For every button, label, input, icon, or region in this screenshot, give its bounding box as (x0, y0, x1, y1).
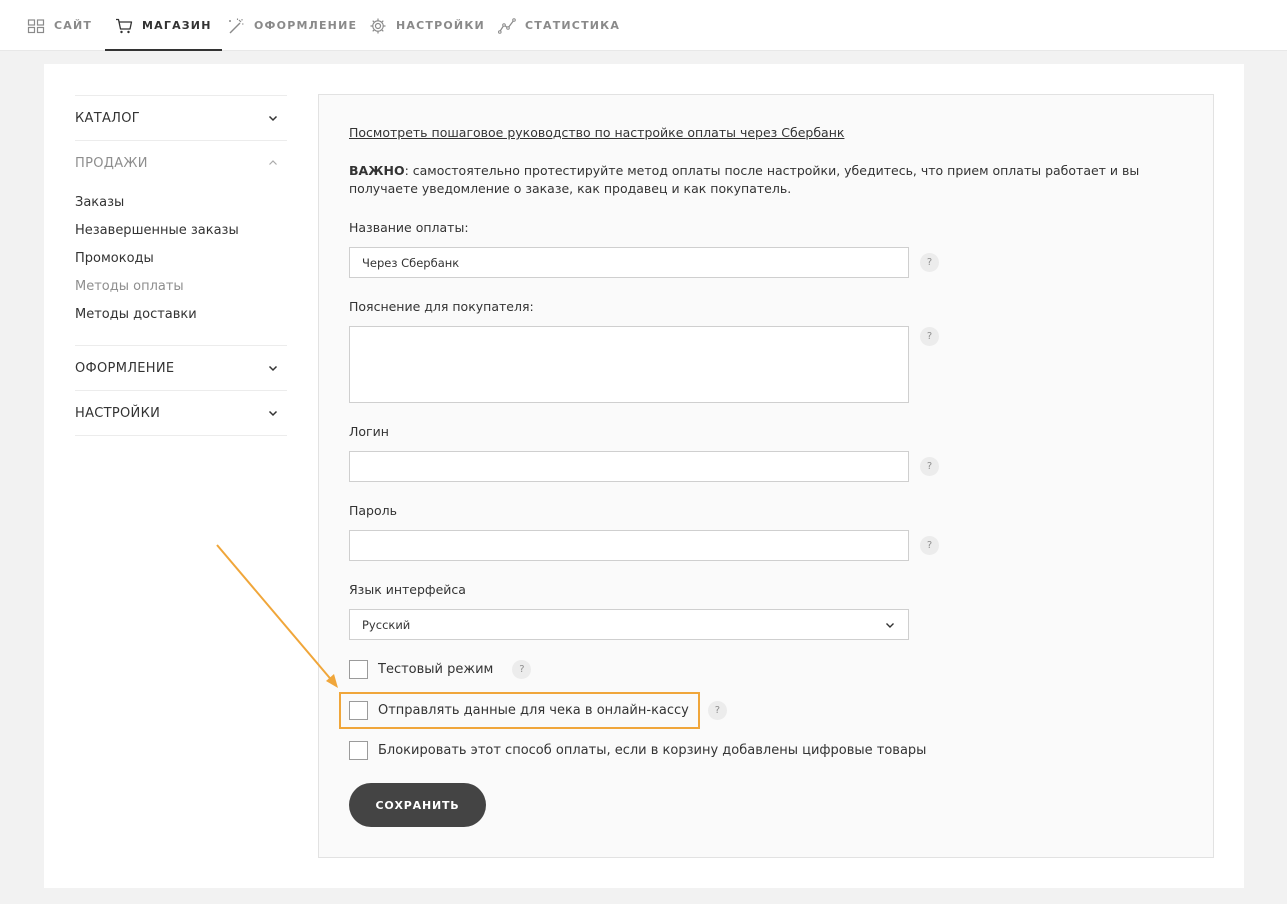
login-input[interactable] (349, 451, 909, 482)
save-button[interactable]: СОХРАНИТЬ (349, 783, 486, 827)
help-icon[interactable]: ? (920, 457, 939, 476)
sidebar-section-label: КАТАЛОГ (75, 110, 140, 126)
nav-tab-label: ОФОРМЛЕНИЕ (254, 19, 358, 32)
password-input[interactable] (349, 530, 909, 561)
payment-name-input[interactable] (349, 247, 909, 278)
nav-tab-statistics[interactable]: СТАТИСТИКА (498, 0, 620, 51)
sidebar-section-label: ПРОДАЖИ (75, 155, 148, 171)
sidebar-section-label: НАСТРОЙКИ (75, 405, 161, 421)
nav-tab-label: НАСТРОЙКИ (396, 19, 485, 32)
chevron-down-icon (886, 622, 894, 628)
chevron-down-icon (268, 115, 278, 122)
checkbox-label: Отправлять данные для чека в онлайн-касс… (378, 703, 689, 718)
chart-line-icon (498, 17, 516, 34)
guide-link[interactable]: Посмотреть пошаговое руководство по наст… (349, 125, 844, 140)
checkbox-online-cashbox[interactable]: Отправлять данные для чека в онлайн-касс… (349, 701, 727, 720)
cart-icon (116, 18, 133, 33)
gear-icon (370, 18, 386, 33)
nav-tab-label: СТАТИСТИКА (525, 19, 621, 32)
nav-tab-site[interactable]: САЙТ (27, 0, 92, 51)
chevron-down-icon (268, 410, 278, 417)
checkbox-label: Тестовый режим (378, 662, 494, 677)
checkbox[interactable] (349, 741, 368, 760)
sidebar-section-design[interactable]: ОФОРМЛЕНИЕ (75, 345, 287, 390)
chevron-down-icon (268, 365, 278, 372)
important-notice: ВАЖНО: самостоятельно протестируйте мето… (349, 162, 1159, 198)
nav-tab-settings[interactable]: НАСТРОЙКИ (369, 0, 485, 51)
sidebar-sales-list: Заказы Незавершенные заказы Промокоды Ме… (75, 185, 287, 345)
language-select[interactable]: Русский (349, 609, 909, 640)
nav-tab-label: МАГАЗИН (142, 19, 212, 32)
help-icon[interactable]: ? (920, 536, 939, 555)
login-label: Логин (349, 424, 389, 439)
grid-icon (27, 18, 45, 33)
magic-wand-icon (229, 18, 244, 33)
nav-tab-shop[interactable]: МАГАЗИН (105, 0, 222, 51)
password-label: Пароль (349, 503, 397, 518)
nav-tab-label: САЙТ (54, 19, 93, 32)
sidebar-item-promocodes[interactable]: Промокоды (75, 245, 287, 273)
nav-tab-design[interactable]: ОФОРМЛЕНИЕ (227, 0, 357, 51)
sidebar-section-label: ОФОРМЛЕНИЕ (75, 360, 175, 376)
important-label: ВАЖНО (349, 163, 405, 178)
top-navigation: САЙТ МАГАЗИН ОФОРМЛЕНИЕ НАСТРОЙКИ СТАТИС… (0, 0, 1287, 51)
important-text: : самостоятельно протестируйте метод опл… (349, 163, 1140, 196)
sidebar-section-settings[interactable]: НАСТРОЙКИ (75, 390, 287, 435)
sidebar: КАТАЛОГ ПРОДАЖИ Заказы Незавершенные зак… (75, 95, 287, 436)
checkbox-block-digital[interactable]: Блокировать этот способ оплаты, если в к… (349, 741, 926, 760)
description-label: Пояснение для покупателя: (349, 299, 534, 314)
sidebar-item-orders[interactable]: Заказы (75, 189, 287, 217)
checkbox[interactable] (349, 660, 368, 679)
sidebar-item-unfinished-orders[interactable]: Незавершенные заказы (75, 217, 287, 245)
sidebar-section-catalog[interactable]: КАТАЛОГ (75, 95, 287, 140)
help-icon[interactable]: ? (920, 253, 939, 272)
sidebar-item-delivery-methods[interactable]: Методы доставки (75, 301, 287, 329)
checkbox[interactable] (349, 701, 368, 720)
checkbox-label: Блокировать этот способ оплаты, если в к… (378, 743, 927, 758)
help-icon[interactable]: ? (920, 327, 939, 346)
sidebar-item-payment-methods[interactable]: Методы оплаты (75, 273, 287, 301)
description-textarea[interactable] (349, 326, 909, 403)
checkbox-test-mode[interactable]: Тестовый режим ? (349, 660, 532, 679)
sidebar-divider (75, 435, 287, 436)
help-icon[interactable]: ? (707, 701, 727, 720)
language-select-value: Русский (362, 617, 411, 632)
sidebar-section-sales[interactable]: ПРОДАЖИ (75, 140, 287, 185)
chevron-up-icon (269, 160, 277, 165)
annotation-arrow (216, 544, 338, 688)
help-icon[interactable]: ? (512, 660, 532, 679)
language-label: Язык интерфейса (349, 582, 466, 597)
payment-name-label: Название оплаты: (349, 220, 469, 235)
